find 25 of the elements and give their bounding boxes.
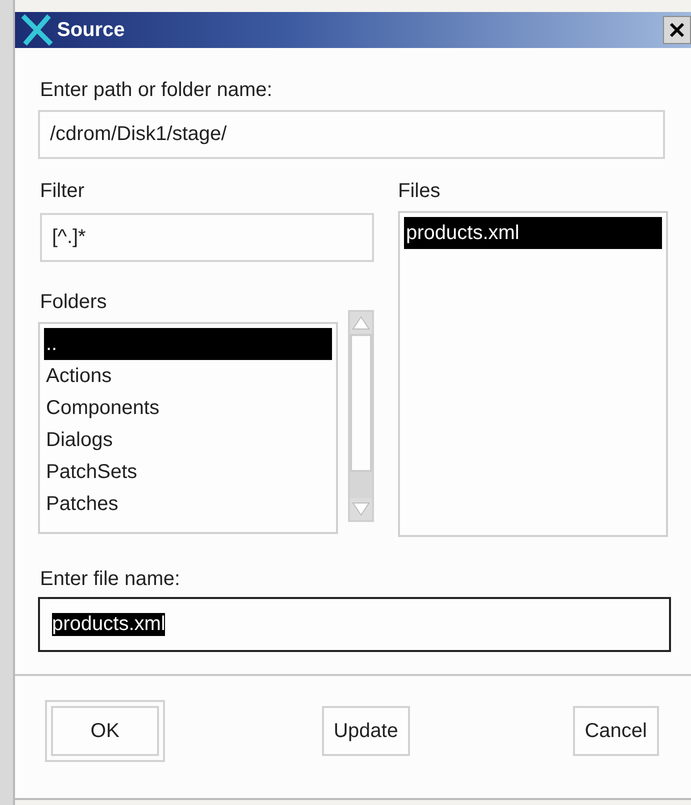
list-item[interactable]: Patches (44, 488, 332, 520)
dialog-button[interactable]: Cancel (572, 706, 659, 756)
list-item[interactable]: .. (44, 328, 332, 360)
close-icon (668, 21, 686, 39)
scrollbar[interactable] (348, 310, 374, 522)
list-item[interactable]: PatchSets (44, 456, 332, 488)
list-item[interactable]: products.xml (404, 217, 662, 249)
field-label: Enter path or folder name: (40, 78, 272, 102)
close-button[interactable] (663, 16, 691, 44)
list-item[interactable]: Actions (44, 360, 332, 392)
field-label: Enter file name: (40, 567, 180, 591)
file-name-field[interactable]: products.xml (38, 597, 671, 652)
scrollbar-thumb[interactable] (350, 334, 372, 472)
window-title: Source (57, 18, 126, 42)
field-label: Filter (40, 179, 84, 203)
filter-field[interactable]: [^.]* (40, 213, 374, 262)
field-label: Folders (40, 290, 107, 314)
field-label: Files (398, 179, 440, 203)
dialog-button[interactable]: Update (322, 706, 410, 756)
up-arrow-icon[interactable] (352, 316, 370, 330)
down-arrow-icon[interactable] (352, 502, 370, 516)
path-field[interactable]: /cdrom/Disk1/stage/ (38, 110, 665, 159)
x-logo-icon (19, 14, 55, 46)
list-item[interactable]: Components (44, 392, 332, 424)
list-item[interactable]: Dialogs (44, 424, 332, 456)
